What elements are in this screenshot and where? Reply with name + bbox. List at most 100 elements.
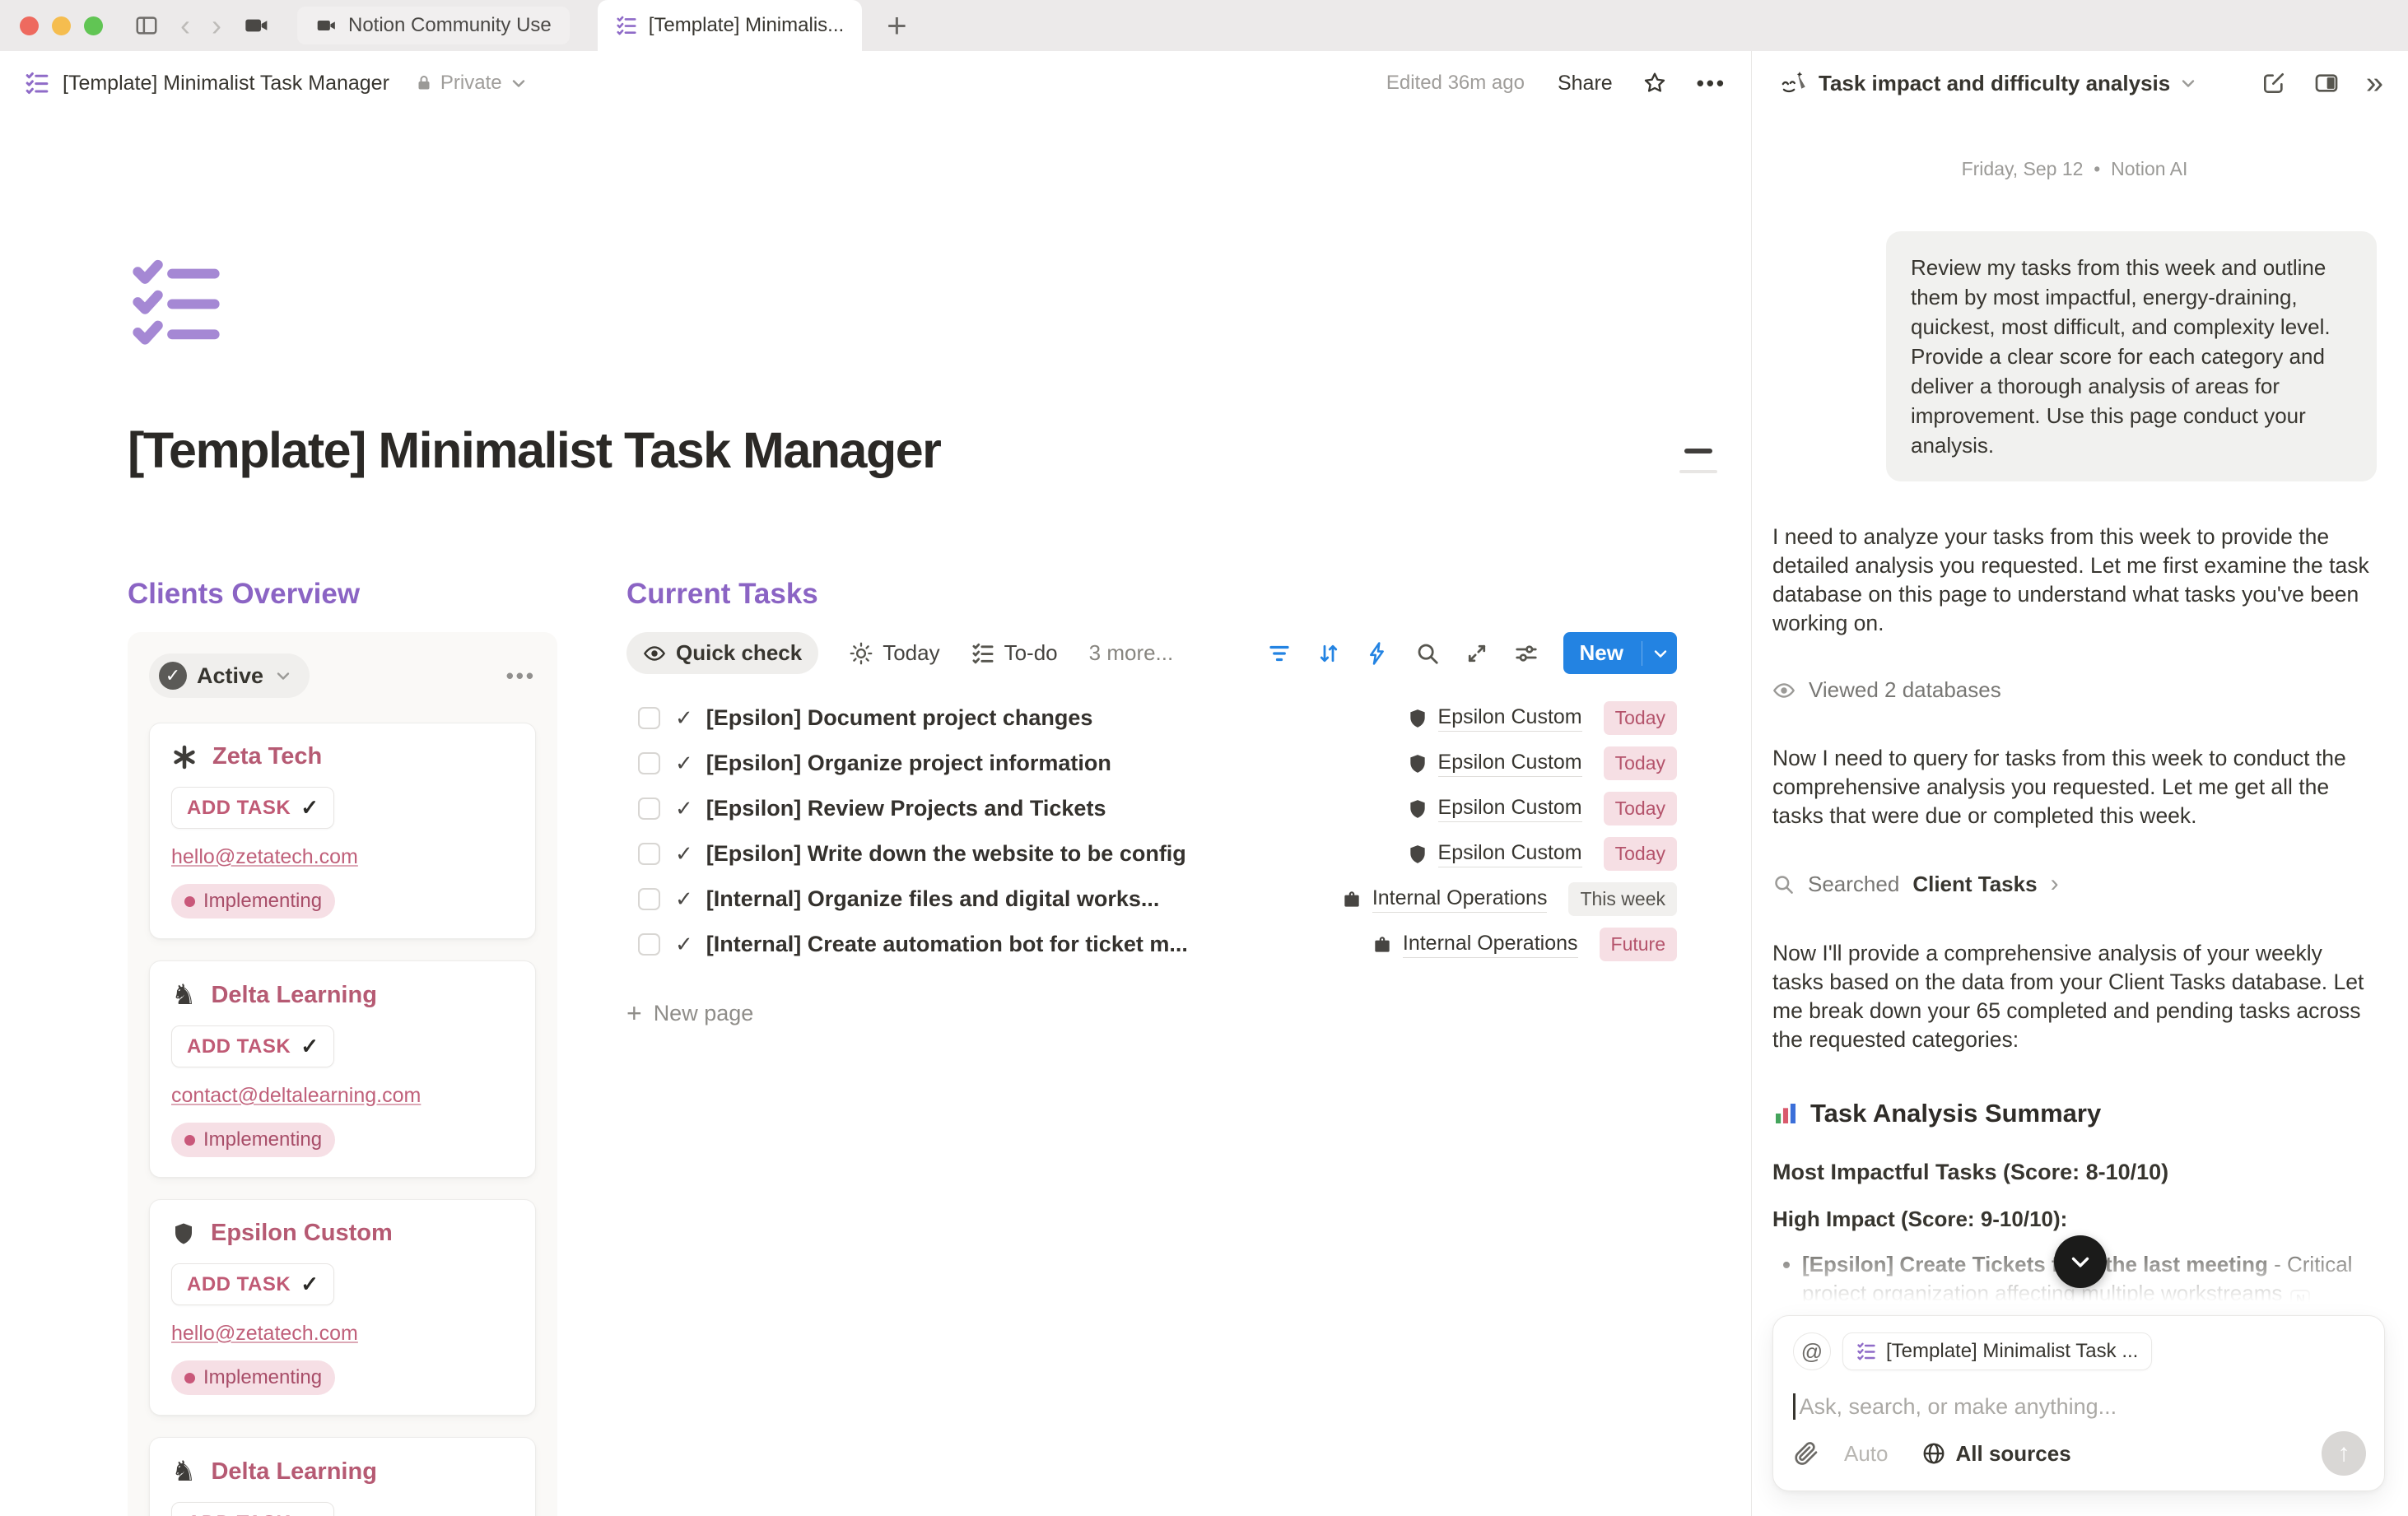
tab-notion-community[interactable]: Notion Community Use [297,7,570,44]
task-checkbox[interactable] [638,933,660,956]
page-checklist-icon[interactable] [128,253,225,351]
back-icon[interactable]: ‹ [180,11,190,40]
add-task-button[interactable]: ADD TASK✓ [171,787,334,829]
new-page-button[interactable]: + New page [626,998,1677,1029]
ai-thread-title[interactable]: Task impact and difficulty analysis [1819,71,2170,96]
view-settings-icon[interactable] [1514,641,1539,666]
add-task-button[interactable]: ADD TASK✓ [171,1263,334,1305]
mention-button[interactable]: @ [1793,1332,1831,1370]
client-name[interactable]: Zeta Tech [212,743,322,770]
client-name[interactable]: Delta Learning [211,982,376,1009]
edited-timestamp: Edited 36m ago [1386,72,1525,95]
more-views-button[interactable]: 3 more... [1089,640,1174,666]
context-page-chip[interactable]: [Template] Minimalist Task ... [1842,1332,2152,1370]
page-title[interactable]: [Template] Minimalist Task Manager [128,421,1677,479]
status-badge[interactable]: Implementing [171,1123,335,1157]
task-client-link[interactable]: Epsilon Custom [1407,796,1582,822]
client-card[interactable]: Zeta Tech ADD TASK✓ hello@zetatech.com I… [149,723,536,939]
view-tab-todo[interactable]: To-do [971,640,1058,666]
share-button[interactable]: Share [1558,72,1613,95]
close-window-button[interactable] [20,16,39,35]
divider-dash[interactable] [1684,449,1712,453]
ai-input-card[interactable]: @ [Template] Minimalist Task ... Ask, se… [1772,1315,2385,1491]
due-tag[interactable]: Today [1604,746,1677,780]
group-filter-active[interactable]: ✓ Active [149,653,310,698]
viewed-databases-row[interactable]: Viewed 2 databases [1772,677,2377,703]
task-checkbox[interactable] [638,843,660,865]
client-card[interactable]: ♞ Delta Learning ADD TASK✓ contact@delta… [149,960,536,1178]
task-title[interactable]: [Epsilon] Review Projects and Tickets [706,796,1390,821]
task-row[interactable]: ✓ [Internal] Create automation bot for t… [626,922,1677,967]
sort-icon[interactable] [1316,641,1341,666]
task-title[interactable]: [Epsilon] Organize project information [706,751,1390,776]
task-title[interactable]: [Epsilon] Write down the website to be c… [706,841,1390,867]
collapse-sidebar-icon[interactable]: » [2366,67,2383,99]
task-title[interactable]: [Internal] Organize files and digital wo… [706,886,1325,912]
due-tag[interactable]: This week [1568,882,1677,916]
client-name[interactable]: Epsilon Custom [211,1220,393,1247]
client-email-link[interactable]: contact@deltalearning.com [171,1084,514,1108]
searched-database-row[interactable]: Searched Client Tasks › [1772,870,2377,898]
automation-bolt-icon[interactable] [1366,641,1390,666]
screen-capture-icon[interactable] [243,12,269,39]
ai-prompt-input[interactable]: Ask, search, or make anything... [1793,1393,2364,1420]
search-icon[interactable] [1415,641,1440,666]
status-badge[interactable]: Implementing [171,884,335,918]
task-checkbox[interactable] [638,707,660,729]
task-row[interactable]: ✓ [Epsilon] Organize project information… [626,741,1677,786]
new-task-button[interactable]: New [1563,632,1677,674]
attach-file-icon[interactable] [1793,1440,1819,1467]
client-email-link[interactable]: hello@zetatech.com [171,1322,514,1346]
task-title[interactable]: [Epsilon] Document project changes [706,705,1390,731]
task-checkbox[interactable] [638,752,660,774]
forward-icon[interactable]: › [212,11,221,40]
model-auto-selector[interactable]: Auto [1844,1441,1889,1467]
notion-page-badge-icon[interactable]: N [2290,1290,2310,1309]
send-button[interactable]: ↑ [2322,1431,2366,1476]
bar-chart-icon [1772,1100,1799,1127]
new-chat-icon[interactable] [2261,70,2287,96]
more-options-icon[interactable]: ••• [1697,71,1726,96]
toggle-sidebar-icon[interactable] [134,13,159,38]
status-badge[interactable]: Implementing [171,1360,335,1395]
group-more-icon[interactable]: ••• [506,663,536,689]
task-client-link[interactable]: Epsilon Custom [1407,841,1582,867]
task-client-link[interactable]: Epsilon Custom [1407,751,1582,777]
task-client-link[interactable]: Internal Operations [1341,886,1548,913]
add-task-button[interactable]: ADD TASK✓ [171,1025,334,1067]
tab-template-minimalist[interactable]: [Template] Minimalis... [598,0,862,51]
ai-chat-scroll[interactable]: Friday, Sep 12 • Notion AI Review my tas… [1772,115,2377,1310]
new-tab-button[interactable]: + [887,6,907,45]
privacy-dropdown[interactable]: Private [414,72,529,95]
task-client-link[interactable]: Internal Operations [1372,932,1578,958]
due-tag[interactable]: Today [1604,792,1677,825]
task-checkbox[interactable] [638,888,660,910]
minimize-window-button[interactable] [52,16,71,35]
zoom-window-button[interactable] [84,16,103,35]
task-row[interactable]: ✓ [Internal] Organize files and digital … [626,877,1677,922]
task-row[interactable]: ✓ [Epsilon] Document project changes Eps… [626,695,1677,741]
client-email-link[interactable]: hello@zetatech.com [171,845,514,869]
task-checkbox[interactable] [638,798,660,820]
task-title[interactable]: [Internal] Create automation bot for tic… [706,932,1355,957]
filter-icon[interactable] [1267,641,1292,666]
client-name[interactable]: Delta Learning [211,1458,376,1486]
expand-icon[interactable] [1465,641,1489,666]
chevron-down-icon [2066,1248,2094,1276]
task-row[interactable]: ✓ [Epsilon] Review Projects and Tickets … [626,786,1677,831]
all-sources-selector[interactable]: All sources [1921,1441,2071,1467]
due-tag[interactable]: Today [1604,701,1677,735]
toggle-panel-icon[interactable] [2313,70,2340,96]
task-client-link[interactable]: Epsilon Custom [1407,705,1582,732]
view-tab-today[interactable]: Today [850,640,939,666]
task-row[interactable]: ✓ [Epsilon] Write down the website to be… [626,831,1677,877]
scroll-to-bottom-button[interactable] [2054,1235,2107,1288]
add-task-button[interactable]: ADD TASK✓ [171,1502,334,1516]
favorite-star-icon[interactable] [1642,71,1667,95]
client-card[interactable]: Epsilon Custom ADD TASK✓ hello@zetatech.… [149,1199,536,1416]
due-tag[interactable]: Today [1604,837,1677,871]
view-tab-quick-check[interactable]: Quick check [626,632,818,674]
breadcrumb[interactable]: [Template] Minimalist Task Manager [63,72,389,95]
client-card[interactable]: ♞ Delta Learning ADD TASK✓ contact@delta… [149,1437,536,1516]
due-tag[interactable]: Future [1600,928,1677,961]
